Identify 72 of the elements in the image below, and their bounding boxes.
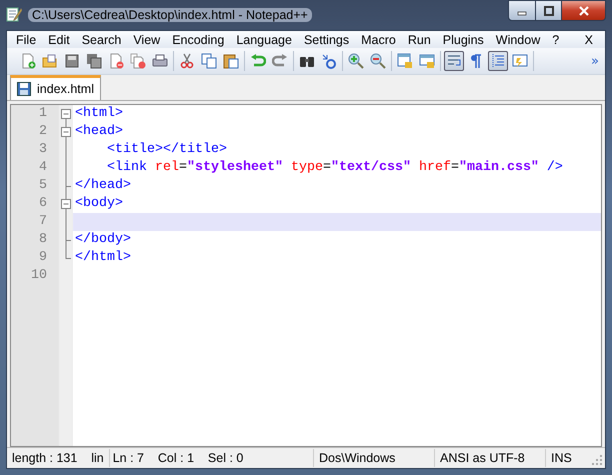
status-field: Dos\Windows (314, 449, 435, 467)
line-number: 1 (38, 105, 48, 123)
menu-item[interactable]: File (10, 32, 42, 46)
floppy-disks-icon (86, 53, 102, 69)
menu-item[interactable]: Plugins (436, 32, 490, 46)
window-lock-icon (397, 53, 413, 69)
indent-guide-icon (490, 53, 506, 69)
replace-icon (321, 53, 337, 69)
code-line: <html> (75, 106, 123, 121)
zoom-in-icon (348, 53, 364, 69)
line-number: 2 (38, 123, 48, 141)
line-number: 6 (38, 195, 48, 213)
file-tab[interactable]: index.html (10, 75, 101, 100)
clipboard-icon (223, 53, 239, 69)
line-number: 8 (38, 231, 48, 249)
notepad-app-icon (6, 6, 22, 22)
menu-item[interactable]: Run (402, 32, 437, 46)
scissors-icon (179, 53, 195, 69)
close-button[interactable] (562, 0, 606, 21)
pilcrow-icon (468, 53, 484, 69)
code-line: <title></title> (106, 142, 227, 157)
window-title: C:\Users\Cedrea\Desktop\index.html - Notepad++ (28, 8, 312, 22)
window-lock-icon (419, 53, 435, 69)
status-field: INS (546, 449, 591, 467)
close-document-button[interactable]: X (578, 32, 599, 46)
code-line: </body> (75, 232, 131, 247)
copy-icon (201, 53, 217, 69)
menu-item[interactable]: Encoding (166, 32, 230, 46)
status-field: Ln : 7 Col : 1 Sel : 0 (110, 449, 314, 467)
folder-icon (42, 53, 58, 69)
menu-item[interactable]: Search (76, 32, 128, 46)
menu-item[interactable]: ? (546, 32, 566, 46)
status-field: ANSI as UTF-8 (435, 449, 546, 467)
line-number: 10 (30, 267, 48, 285)
menu-item[interactable]: Language (230, 32, 298, 46)
toolbar-overflow-button[interactable]: » (591, 54, 599, 68)
line-number: 7 (38, 213, 48, 231)
code-line: </html> (75, 250, 131, 265)
close-file-icon (108, 53, 124, 69)
code-line: <body> (75, 196, 123, 211)
menu-item[interactable]: Macro (355, 32, 402, 46)
maximize-button[interactable] (536, 0, 562, 21)
line-number: 3 (38, 141, 48, 159)
maximize-icon (544, 6, 554, 16)
redo-arrow-icon (272, 53, 288, 69)
fold-toggle-icon[interactable] (61, 195, 71, 213)
menu-item[interactable]: Settings (298, 32, 356, 46)
line-number: 9 (38, 249, 48, 267)
code-line: </head> (75, 178, 131, 193)
menu-item[interactable]: View (127, 32, 166, 46)
zoom-out-icon (370, 53, 386, 69)
fold-line-icon (65, 213, 67, 231)
printer-icon (152, 53, 168, 69)
toolbar-button[interactable] (444, 51, 464, 71)
fold-toggle-icon[interactable] (61, 123, 71, 141)
user-language-icon (512, 53, 528, 69)
close-icon (578, 6, 588, 16)
new-file-icon (20, 53, 36, 69)
minimize-button[interactable] (508, 0, 536, 21)
line-number: 5 (38, 177, 48, 195)
close-files-icon (130, 53, 146, 69)
resize-grip-icon (591, 454, 603, 466)
toolbar-button[interactable] (488, 51, 508, 71)
menu-item[interactable]: Edit (42, 32, 76, 46)
code-line: <head> (75, 124, 123, 139)
code-line: <link rel="stylesheet" type="text/css" href="main.css" /> (106, 160, 563, 175)
toolbar-button[interactable] (84, 51, 104, 71)
status-field: length : 131 lin (7, 449, 110, 467)
undo-arrow-icon (250, 53, 266, 69)
menu-item[interactable]: Window (490, 32, 546, 46)
line-number: 4 (38, 159, 48, 177)
fold-end-icon (65, 177, 71, 195)
